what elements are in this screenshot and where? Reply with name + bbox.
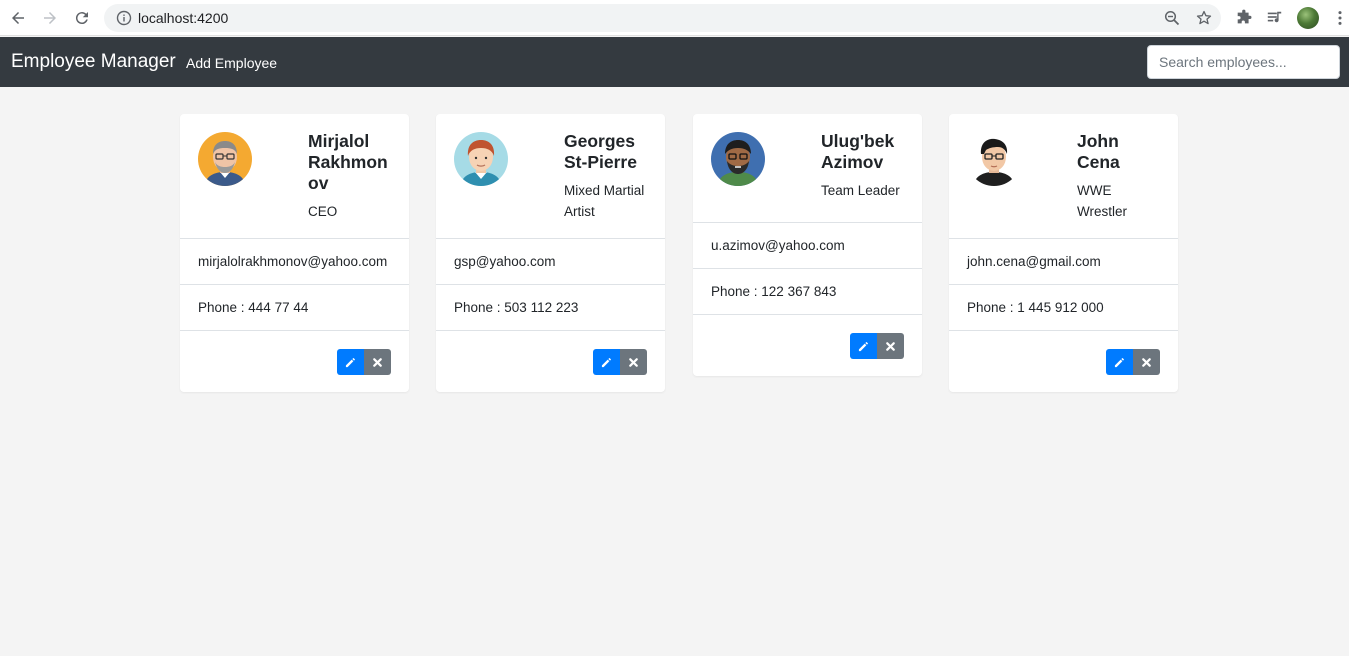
action-button-group [850,333,904,359]
card-header: Mirjalol Rakhmonov CEO [180,114,409,238]
employee-name: Georges St-Pierre [564,131,637,172]
employee-email: gsp@yahoo.com [436,238,665,284]
pencil-icon [601,357,611,367]
card-header: Ulug'bek Azimov Team Leader [693,114,922,222]
add-employee-link[interactable]: Add Employee [186,55,277,71]
man-beard-avatar-icon [711,132,765,186]
edit-button[interactable] [337,349,364,375]
edit-button[interactable] [593,349,620,375]
pencil-icon [345,357,355,367]
employee-card: Mirjalol Rakhmonov CEO mirjalolrakhmonov… [180,114,409,392]
info-icon[interactable] [116,10,132,26]
employee-email: u.azimov@yahoo.com [693,222,922,268]
delete-button[interactable] [1133,349,1160,375]
employee-phone: Phone : 503 112 223 [436,284,665,330]
zoom-icon[interactable] [1164,10,1180,26]
edit-button[interactable] [850,333,877,359]
employee-phone: Phone : 1 445 912 000 [949,284,1178,330]
brand-title[interactable]: Employee Manager [11,51,176,73]
kebab-menu-icon[interactable] [1330,8,1349,28]
employee-card: John Cena WWE Wrestler john.cena@gmail.c… [949,114,1178,392]
employee-name: Ulug'bek Azimov [821,131,895,172]
employee-name: John Cena [1077,131,1120,172]
close-icon [629,357,638,367]
card-footer [693,314,922,376]
delete-button[interactable] [877,333,904,359]
delete-button[interactable] [364,349,391,375]
edit-button[interactable] [1106,349,1133,375]
card-footer [436,330,665,392]
app-navbar: Employee Manager Add Employee [0,37,1349,87]
media-queue-icon[interactable] [1265,8,1285,28]
employee-phone: Phone : 444 77 44 [180,284,409,330]
card-footer [180,330,409,392]
card-header: Georges St-Pierre Mixed Martial Artist [436,114,665,238]
close-icon [373,357,382,367]
address-bar[interactable]: localhost:4200 [104,4,1221,32]
back-arrow-icon[interactable] [6,6,30,30]
search-input[interactable] [1147,45,1340,79]
pencil-icon [858,341,868,351]
pencil-icon [1114,357,1124,367]
employee-card: Georges St-Pierre Mixed Martial Artist g… [436,114,665,392]
card-header: John Cena WWE Wrestler [949,114,1178,238]
delete-button[interactable] [620,349,647,375]
card-footer [949,330,1178,392]
reload-icon[interactable] [70,6,94,30]
bookmark-star-icon[interactable] [1196,10,1212,26]
employee-card: Ulug'bek Azimov Team Leader u.azimov@yah… [693,114,922,376]
action-button-group [1106,349,1160,375]
employee-job-title: WWE Wrestler [1077,183,1128,219]
employee-email: mirjalolrakhmonov@yahoo.com [180,238,409,284]
extensions-puzzle-icon[interactable] [1234,8,1254,28]
close-icon [1142,357,1151,367]
action-button-group [593,349,647,375]
employee-phone: Phone : 122 367 843 [693,268,922,314]
employee-job-title: CEO [308,204,338,219]
url-text[interactable]: localhost:4200 [138,10,228,26]
employee-email: john.cena@gmail.com [949,238,1178,284]
employee-job-title: Mixed Martial Artist [564,183,645,219]
employee-job-title: Team Leader [821,183,900,198]
man-dark-hair-avatar-icon [967,132,1021,186]
forward-arrow-icon[interactable] [38,6,62,30]
man-red-hair-avatar-icon [454,132,508,186]
man-glasses-avatar-icon [198,132,252,186]
action-button-group [337,349,391,375]
close-icon [886,341,895,351]
browser-toolbar: localhost:4200 [0,0,1349,36]
profile-avatar[interactable] [1297,7,1319,29]
employee-name: Mirjalol Rakhmonov [308,131,388,193]
